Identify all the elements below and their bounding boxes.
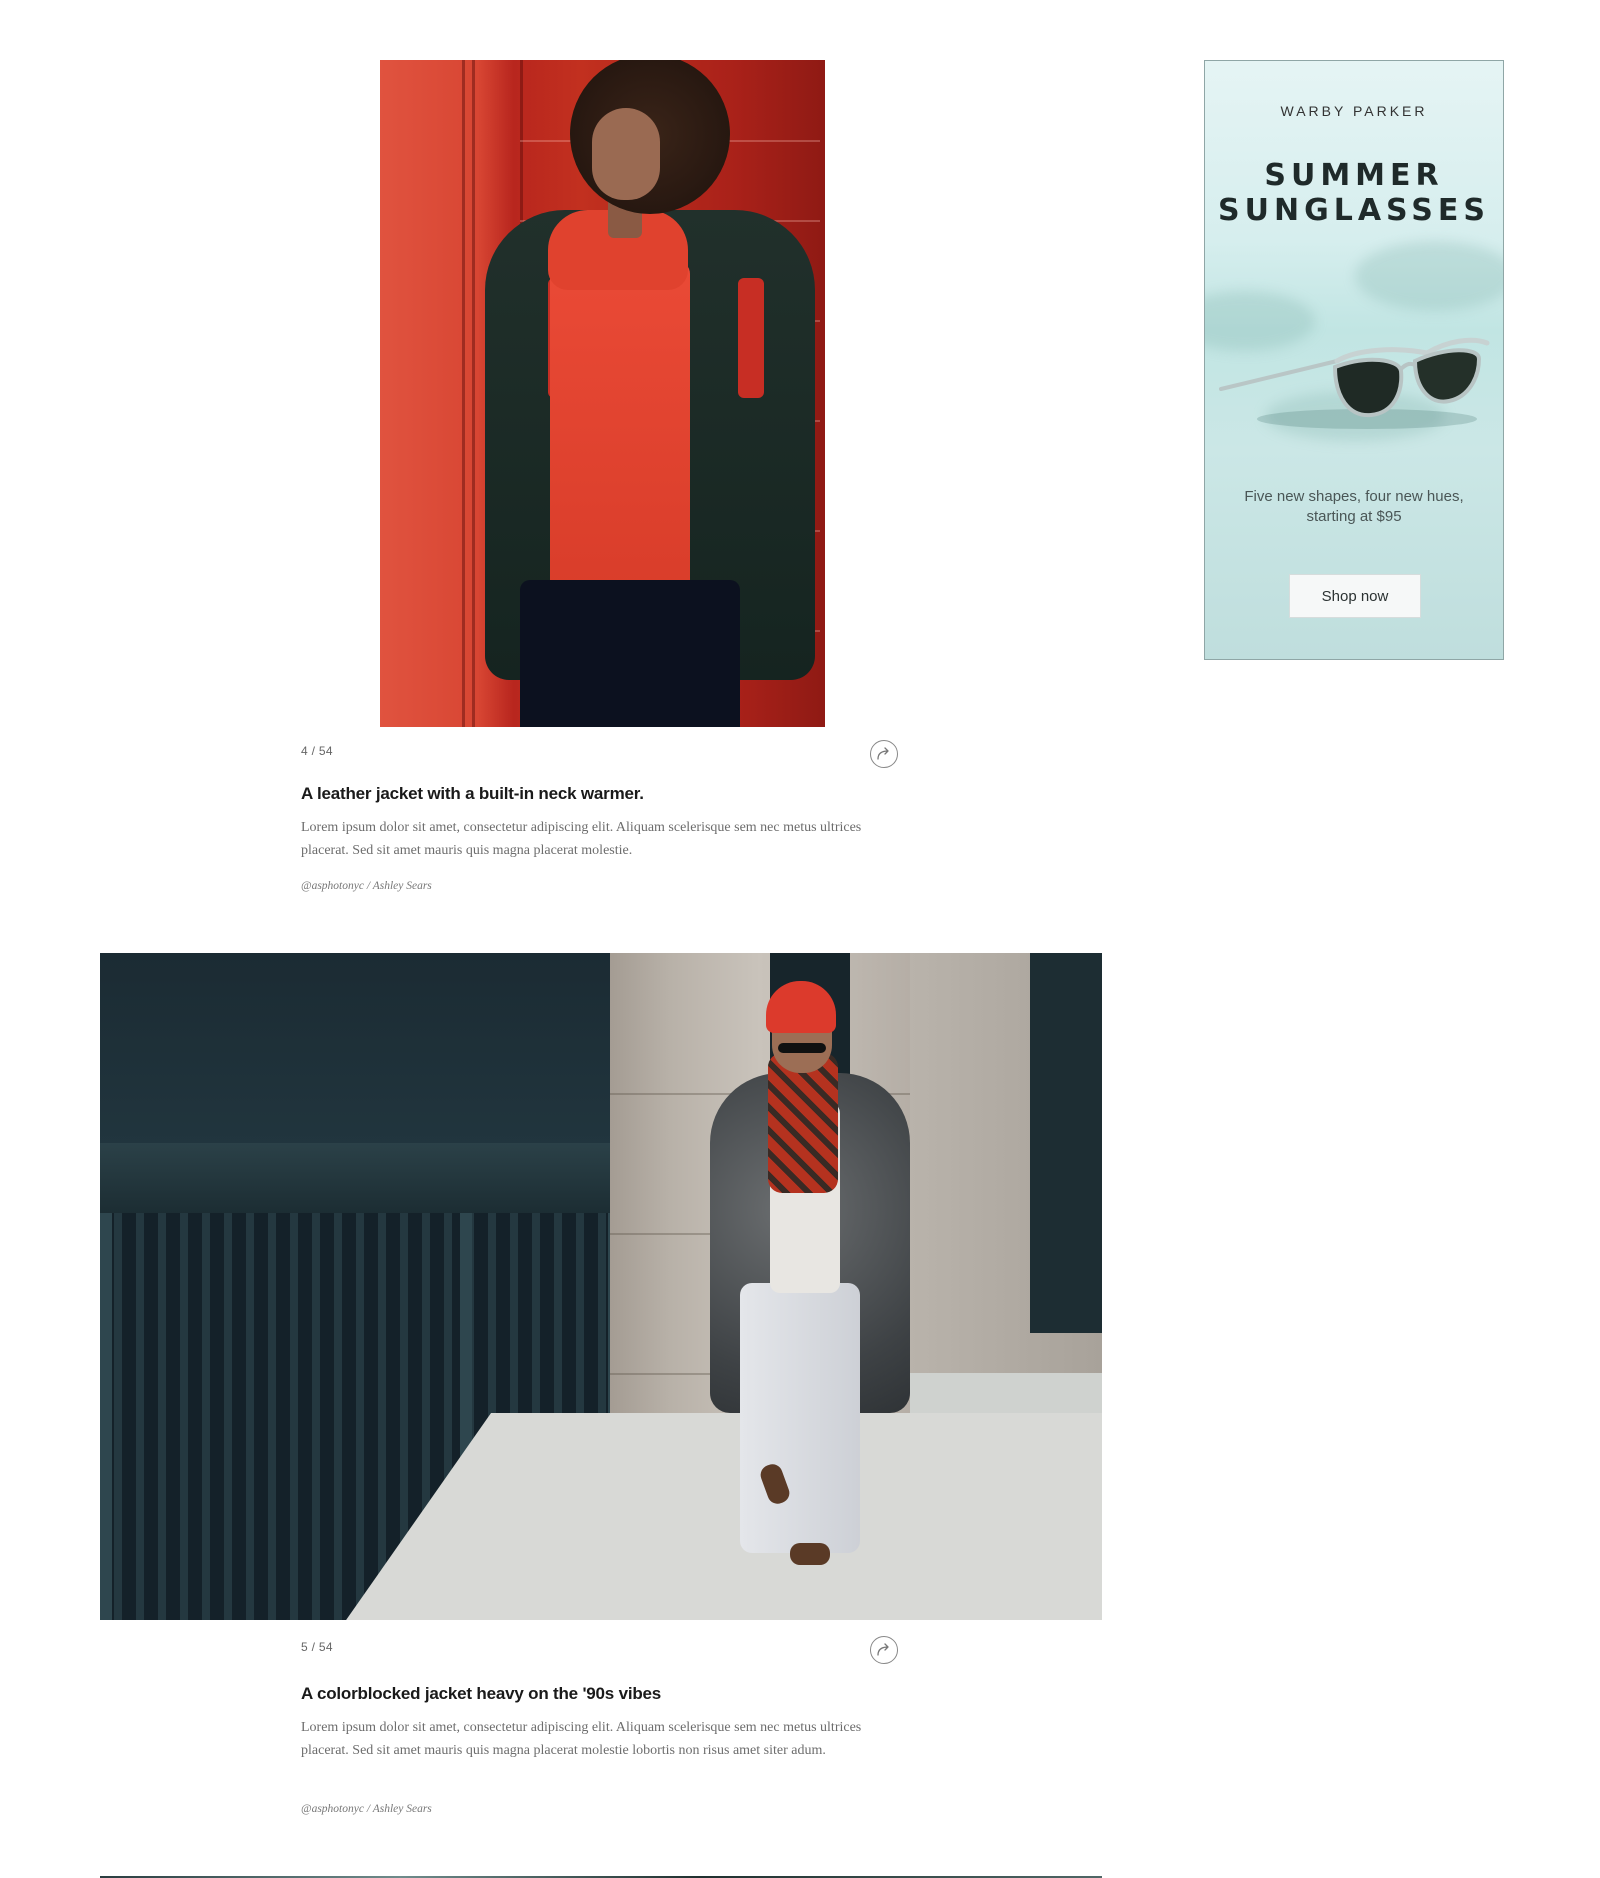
slide-headline: A leather jacket with a built-in neck wa… bbox=[301, 784, 644, 803]
slide-headline: A colorblocked jacket heavy on the '90s … bbox=[301, 1684, 662, 1703]
slide-counter: 4 / 54 bbox=[301, 744, 333, 758]
ad-copy: Five new shapes, four new hues, starting… bbox=[1244, 488, 1464, 525]
share-arrow-icon bbox=[877, 747, 889, 760]
share-arrow-icon bbox=[877, 1643, 889, 1656]
sunglasses-icon bbox=[1219, 337, 1490, 429]
slide-description: Lorem ipsum dolor sit amet, consectetur … bbox=[301, 820, 862, 858]
share-button[interactable] bbox=[870, 740, 898, 768]
slide-photo-street-coat bbox=[100, 953, 1102, 1620]
ad-title: SUMMER SUNGLASSES bbox=[1218, 158, 1490, 228]
share-button[interactable] bbox=[870, 1636, 898, 1664]
slide-counter: 5 / 54 bbox=[301, 1640, 333, 1654]
ad-brand-logo: WARBY PARKER bbox=[1280, 103, 1428, 119]
photo-credit: @asphotonyc / Ashley Sears bbox=[301, 880, 432, 892]
slide-description: Lorem ipsum dolor sit amet, consectetur … bbox=[301, 1720, 862, 1758]
sunglasses-ad[interactable]: WARBY PARKER SUMMER SUNGLASSES Five new … bbox=[1204, 60, 1504, 660]
photo-credit: @asphotonyc / Ashley Sears bbox=[301, 1803, 432, 1815]
slide-photo-red-hoodie bbox=[380, 60, 825, 727]
shop-now-button[interactable]: Shop now bbox=[1289, 574, 1421, 618]
